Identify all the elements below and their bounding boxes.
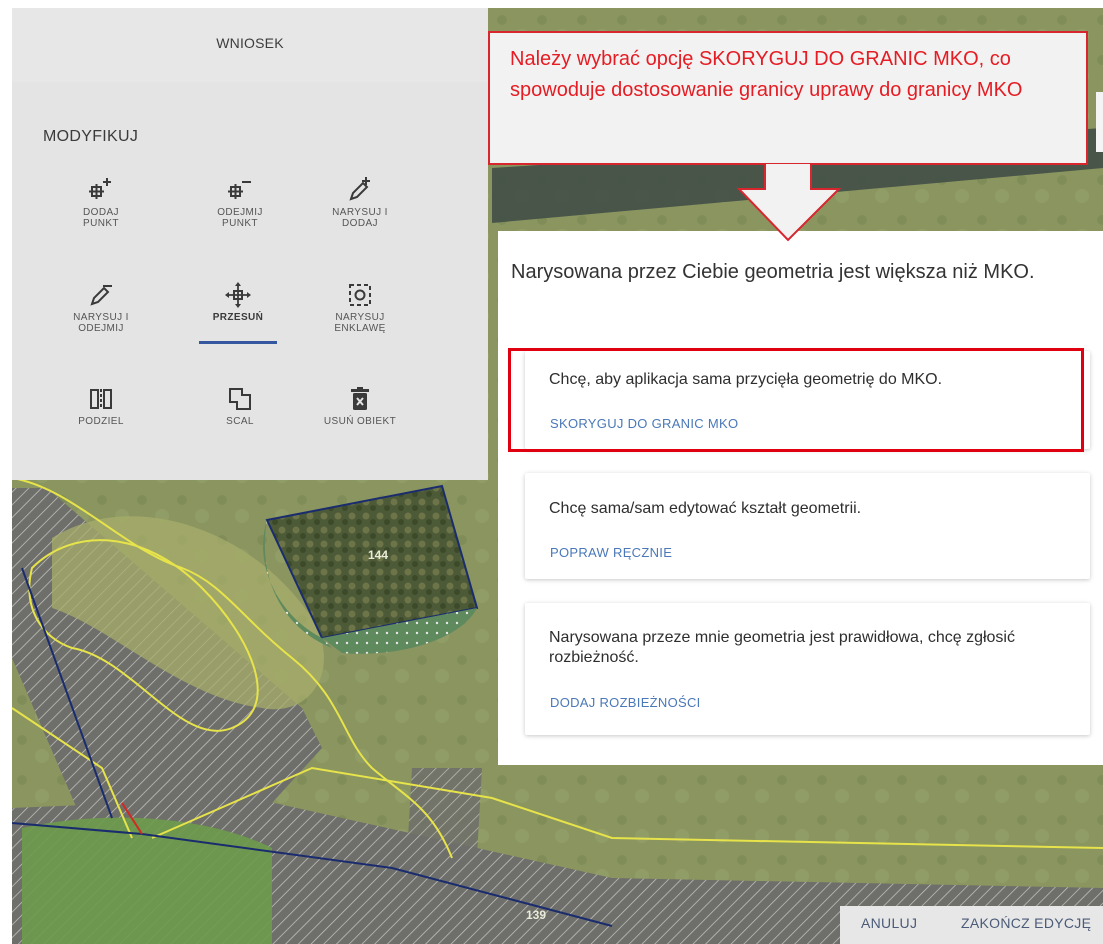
tool-delete-object[interactable]: USUŃ OBIEKT <box>305 386 415 427</box>
tool-label: ENKLAWĘ <box>334 323 386 334</box>
add-discrepancy-button[interactable]: DODAJ ROZBIEŻNOŚCI <box>550 695 701 710</box>
cancel-button[interactable]: ANULUJ <box>861 915 917 931</box>
tool-draw-subtract[interactable]: NARYSUJ I ODEJMIJ <box>46 282 156 334</box>
tool-label: NARYSUJ I <box>73 312 129 323</box>
side-panel-stub <box>1096 92 1103 152</box>
tool-label: DODAJ <box>83 207 119 218</box>
split-icon <box>46 386 156 412</box>
tool-split[interactable]: PODZIEL <box>46 386 156 427</box>
tool-draw-add[interactable]: NARYSUJ I DODAJ <box>305 177 415 229</box>
section-title-modyfikuj: MODYFIKUJ <box>43 128 139 145</box>
active-tool-indicator <box>199 341 277 344</box>
highlight-box <box>508 348 1084 452</box>
tab-wniosek[interactable]: WNIOSEK <box>12 35 488 51</box>
tool-label: PODZIEL <box>78 416 124 427</box>
tool-label: ODEJMIJ <box>217 207 263 218</box>
fix-manually-button[interactable]: POPRAW RĘCZNIE <box>550 545 672 560</box>
enclave-icon <box>305 282 415 308</box>
tool-label: NARYSUJ <box>335 312 385 323</box>
draw-subtract-icon <box>46 282 156 308</box>
tool-add-point[interactable]: DODAJ PUNKT <box>46 177 156 229</box>
parcel-label-144: 144 <box>368 548 389 562</box>
field-green-bottom <box>22 817 272 944</box>
bottom-action-bar-content: ANULUJ ZAKOŃCZ EDYCJĘ <box>840 906 1103 944</box>
tool-label: SCAL <box>226 416 254 427</box>
tool-label: PUNKT <box>83 218 119 229</box>
draw-add-icon <box>305 177 415 203</box>
tool-move[interactable]: PRZESUŃ <box>183 282 293 323</box>
tool-label: USUŃ OBIEKT <box>323 416 397 427</box>
option-text: Narysowana przeze mnie geometria jest pr… <box>549 629 1015 666</box>
merge-icon <box>185 386 295 412</box>
dialog-title: Narysowana przez Ciebie geometria jest w… <box>511 261 1035 283</box>
tool-label: ODEJMIJ <box>78 323 124 334</box>
tool-label: PUNKT <box>222 218 258 229</box>
move-icon <box>183 282 293 308</box>
tool-label: PRZESUŃ <box>212 312 264 323</box>
callout-text: Należy wybrać opcję SKORYGUJ DO GRANIC M… <box>510 48 1023 101</box>
tool-label: DODAJ <box>342 218 378 229</box>
tool-draw-enclave[interactable]: NARYSUJ ENKLAWĘ <box>305 282 415 334</box>
option-text: Chcę sama/sam edytować kształt geometrii… <box>549 500 862 517</box>
option-card-report-discrepancy <box>525 603 1090 735</box>
finish-editing-button[interactable]: ZAKOŃCZ EDYCJĘ <box>961 915 1091 931</box>
tool-label: NARYSUJ I <box>332 207 388 218</box>
tool-merge[interactable]: SCAL <box>185 386 295 427</box>
tool-remove-point[interactable]: ODEJMIJ PUNKT <box>185 177 295 229</box>
parcel-label-139: 139 <box>526 908 547 922</box>
callout-arrow-icon <box>736 164 842 242</box>
add-point-icon <box>46 177 156 203</box>
option-card-manual-edit <box>525 473 1090 579</box>
delete-icon <box>305 386 415 412</box>
remove-point-icon <box>185 177 295 203</box>
